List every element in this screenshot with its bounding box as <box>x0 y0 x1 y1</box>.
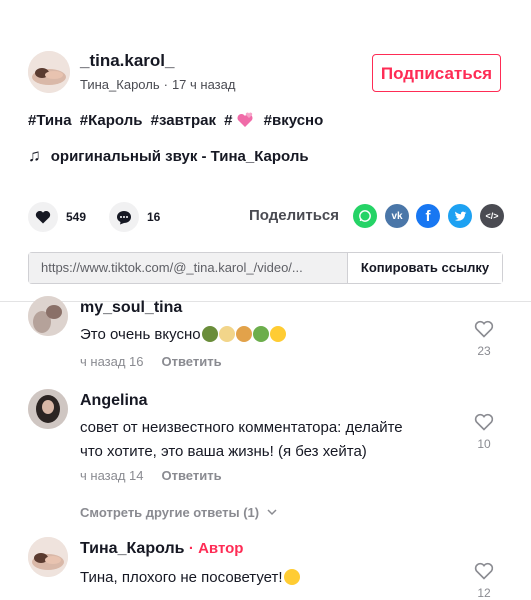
comment-text: совет от неизвестного комментатора: дела… <box>80 419 403 460</box>
comment-action[interactable]: 16 <box>109 202 160 232</box>
meta-separator: · <box>163 77 168 92</box>
croissant-emoji-icon <box>235 326 252 342</box>
comment-time: ч назад 16 <box>80 354 144 369</box>
commenter-name[interactable]: Тина_Кароль <box>80 540 184 557</box>
like-count: 549 <box>66 210 87 224</box>
heart-outline-icon <box>474 562 494 580</box>
sound-link[interactable]: ♫ оригинальный звук - Тина_Кароль <box>28 146 309 166</box>
follow-button[interactable]: Подписаться <box>372 54 501 92</box>
comment-like-button[interactable]: 12 <box>470 562 498 600</box>
like-button[interactable] <box>28 202 58 232</box>
vk-icon[interactable]: vk <box>385 204 409 228</box>
comment-button[interactable] <box>109 202 139 232</box>
hearts-emoji-icon <box>237 112 254 127</box>
post-time: 17 ч назад <box>171 77 236 92</box>
commenter-name[interactable]: Angelina <box>80 392 148 410</box>
video-link-field[interactable]: https://www.tiktok.com/@_tina.karol_/vid… <box>29 253 348 283</box>
comment-icon <box>117 210 131 224</box>
sound-title: оригинальный звук - Тина_Кароль <box>50 147 309 165</box>
twitter-icon[interactable] <box>448 204 472 228</box>
heart-outline-icon <box>474 413 494 431</box>
grinning-sweat-emoji-icon <box>283 569 300 585</box>
reply-button[interactable]: Ответить <box>162 468 222 483</box>
chevron-down-icon <box>267 509 277 516</box>
comment-like-count: 10 <box>477 437 491 451</box>
hashtag-link[interactable]: #вкусно <box>264 112 324 129</box>
author-avatar[interactable] <box>28 51 70 93</box>
comment-like-button[interactable]: 10 <box>470 413 498 451</box>
hashtag-link[interactable]: #Тина <box>28 112 72 129</box>
hashtag-link[interactable]: #завтрак <box>151 112 216 129</box>
like-action[interactable]: 549 <box>28 202 86 232</box>
hashtag-link[interactable]: #Кароль <box>80 112 143 129</box>
view-more-replies-button[interactable]: Смотреть другие ответы (1) <box>80 505 277 520</box>
author-username[interactable]: _tina.karol_ <box>80 51 175 71</box>
comment-text: Это очень вкусно <box>80 323 420 347</box>
author-badge: · Автор <box>188 540 244 557</box>
copy-link-button[interactable]: Копировать ссылку <box>348 253 502 283</box>
facebook-icon[interactable]: f <box>416 204 440 228</box>
avocado-toast-emoji-icon <box>201 326 218 342</box>
comment-text: Тина, плохого не посоветует! <box>80 566 420 590</box>
music-note-icon: ♫ <box>28 146 41 165</box>
comment-text-content: Это очень вкусно <box>80 326 201 343</box>
more-replies-label: Смотреть другие ответы (1) <box>80 505 260 520</box>
whatsapp-icon[interactable] <box>353 204 377 228</box>
comment-meta: ч назад 16 Ответить <box>80 354 222 369</box>
link-copy-box: https://www.tiktok.com/@_tina.karol_/vid… <box>28 252 503 284</box>
author-meta: Тина_Кароль · 17 ч назад <box>80 77 235 92</box>
comment-like-button[interactable]: 23 <box>470 320 498 358</box>
pancakes-emoji-icon <box>218 326 235 342</box>
commenter-name-row: Тина_Кароль · Автор <box>80 540 243 558</box>
commenter-name[interactable]: my_soul_tina <box>80 299 182 317</box>
heart-outline-icon <box>474 320 494 338</box>
commenter-avatar[interactable] <box>28 389 68 429</box>
comment-like-count: 12 <box>477 586 491 600</box>
comment-text-content: Тина, плохого не посоветует! <box>80 569 283 586</box>
share-label: Поделиться <box>249 207 340 224</box>
comment-meta: ч назад 14 Ответить <box>80 468 222 483</box>
reply-button[interactable]: Ответить <box>162 354 222 369</box>
smiling-face-emoji-icon <box>269 326 286 342</box>
salad-emoji-icon <box>252 326 269 342</box>
comment-count: 16 <box>147 210 161 224</box>
caption-hashtags: #Тина #Кароль #завтрак # #вкусно <box>28 112 327 129</box>
comment-time: ч назад 14 <box>80 468 144 483</box>
embed-icon[interactable]: </> <box>480 204 504 228</box>
commenter-avatar[interactable] <box>28 537 68 577</box>
comment-like-count: 23 <box>477 344 491 358</box>
author-display-name[interactable]: Тина_Кароль <box>80 77 160 92</box>
commenter-avatar[interactable] <box>28 296 68 336</box>
heart-icon <box>35 210 51 224</box>
hashtag-link[interactable]: # <box>224 112 232 129</box>
